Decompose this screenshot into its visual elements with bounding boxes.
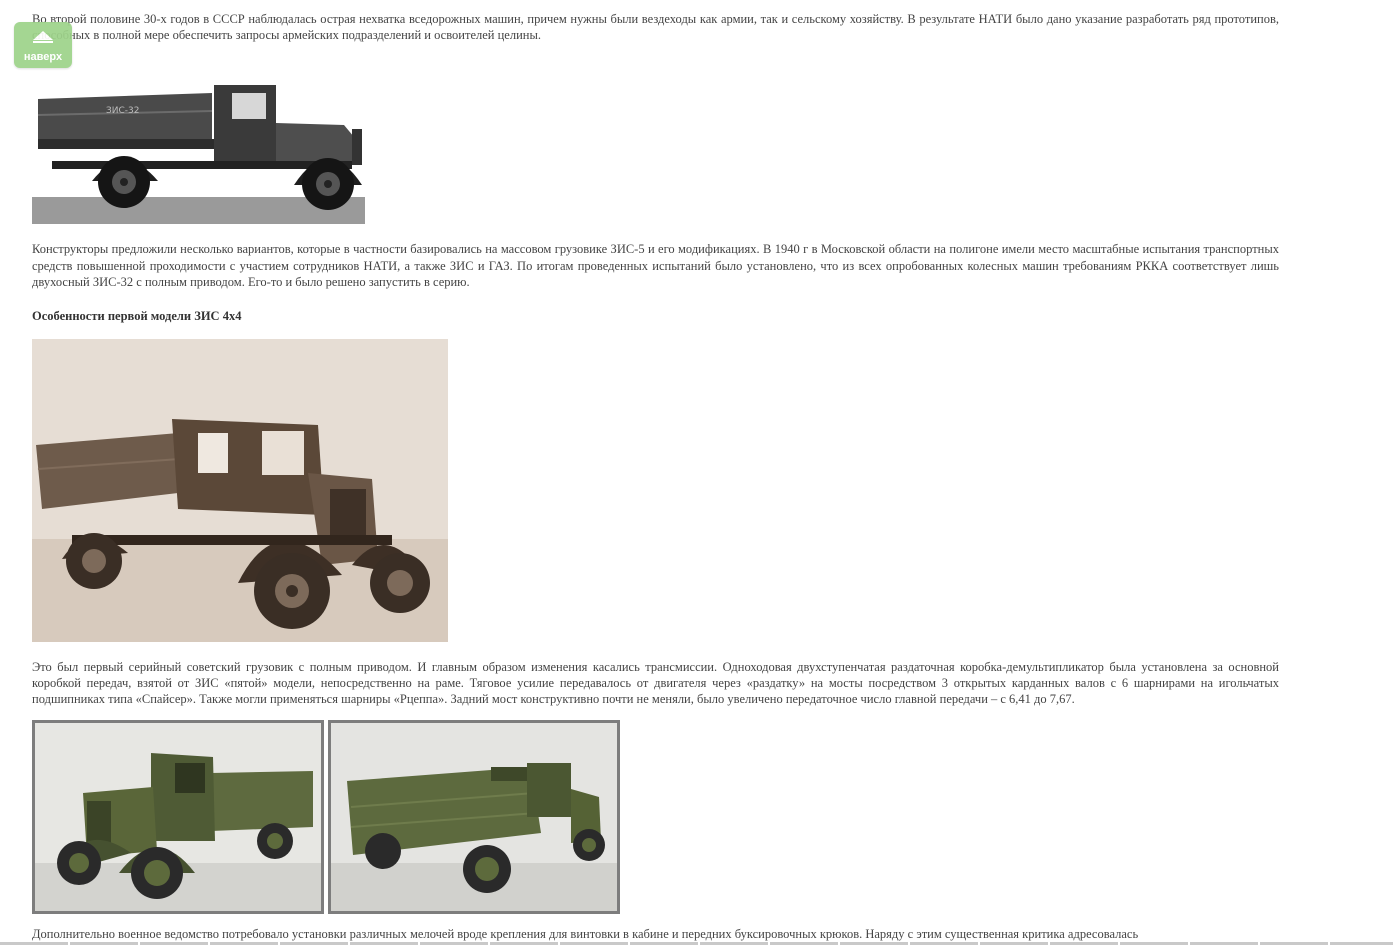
scroll-to-top-label: наверх: [23, 51, 63, 63]
article-paragraph: Дополнительно военное ведомство потребов…: [32, 926, 1139, 941]
model-photo-gallery: [32, 719, 1279, 914]
model-photo-front[interactable]: [32, 719, 324, 914]
truck-plate-text: ЗИС-32: [106, 106, 140, 116]
article-paragraph: Во второй половине 30-х годов в СССР наб…: [32, 12, 1279, 43]
article-paragraph: Конструкторы предложили несколько вариан…: [32, 242, 1279, 289]
truck-sepia-photo: [32, 339, 448, 643]
up-arrow-icon: [33, 31, 53, 43]
article-paragraph: Это был первый серийный советский грузов…: [32, 660, 1279, 707]
section-heading: Особенности первой модели ЗИС 4х4: [32, 309, 242, 324]
truck-archive-photo: ЗИС-32: [32, 85, 365, 225]
model-photo-rear[interactable]: [328, 719, 620, 914]
scroll-to-top-button[interactable]: наверх: [14, 22, 72, 68]
article-body: Во второй половине 30-х годов в СССР наб…: [32, 11, 1279, 942]
